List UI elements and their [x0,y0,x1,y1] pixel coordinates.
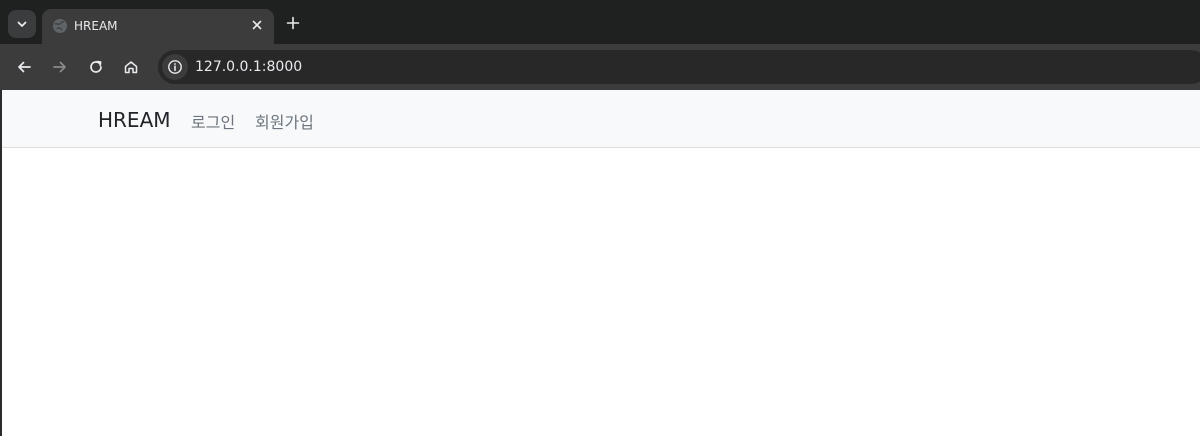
url-text[interactable]: 127.0.0.1:8000 [195,59,302,75]
site-info-button[interactable] [162,54,188,80]
tab-search-button[interactable] [8,10,36,38]
address-bar[interactable]: 127.0.0.1:8000 [158,50,1200,84]
site-navbar: HREAM 로그인 회원가입 [2,90,1200,148]
back-button[interactable] [14,57,34,77]
forward-button[interactable] [50,57,70,77]
close-icon [252,20,262,30]
home-icon [124,61,138,74]
reload-button[interactable] [86,57,106,77]
login-link[interactable]: 로그인 [191,109,235,133]
home-button[interactable] [121,57,141,77]
browser-tab[interactable]: HREAM [42,9,274,44]
close-tab-button[interactable] [249,17,265,33]
arrow-left-icon [18,61,31,73]
arrow-right-icon [53,61,66,73]
browser-toolbar: 127.0.0.1:8000 [0,44,1200,90]
reload-icon [90,60,102,73]
chevron-down-icon [17,21,27,27]
plus-icon [286,16,300,30]
signup-link[interactable]: 회원가입 [255,109,314,133]
tab-title: HREAM [74,19,118,33]
tab-strip: HREAM [0,0,1200,44]
info-icon [168,60,182,74]
globe-icon [53,19,67,33]
new-tab-button[interactable] [284,14,302,32]
navbar-brand[interactable]: HREAM [98,108,171,132]
